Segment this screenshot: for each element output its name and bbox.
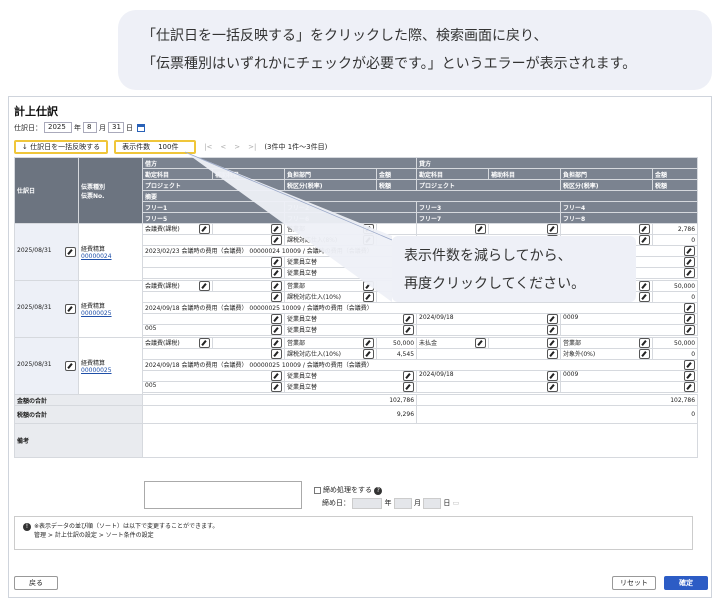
hint-callout: 表示件数を減らしてから、 再度クリックしてください。 [392, 236, 636, 302]
hint-line-1: 表示件数を減らしてから、 [404, 248, 572, 264]
hint-line-2: 再度クリックしてください。 [404, 276, 586, 292]
